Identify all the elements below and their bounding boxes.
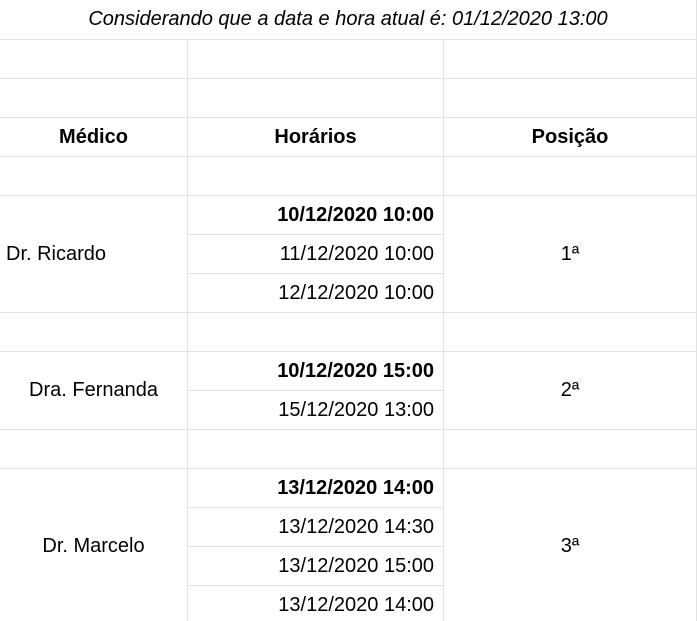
doctor-name: Dr. Ricardo: [6, 242, 107, 265]
position-cell[interactable]: 2ª: [444, 352, 697, 430]
note-cell[interactable]: Considerando que a data e hora atual é: …: [0, 0, 697, 40]
spreadsheet-grid: Considerando que a data e hora atual é: …: [0, 0, 697, 621]
schedule-cell[interactable]: 15/12/2020 13:00: [188, 391, 444, 430]
empty-cell[interactable]: [188, 40, 444, 79]
empty-cell[interactable]: [188, 157, 444, 196]
schedule-cell[interactable]: 13/12/2020 15:00: [188, 547, 444, 586]
empty-cell[interactable]: [444, 157, 697, 196]
schedule-cell[interactable]: 13/12/2020 14:00: [188, 586, 444, 621]
schedule-cell[interactable]: 11/12/2020 10:00: [188, 235, 444, 274]
empty-cell[interactable]: [444, 313, 697, 352]
schedule-time: 13/12/2020 15:00: [278, 554, 434, 577]
doctor-name-cell[interactable]: Dr. Marcelo: [0, 469, 188, 621]
header-medico-label: Médico: [59, 125, 128, 148]
header-horarios[interactable]: Horários: [188, 118, 444, 157]
empty-cell[interactable]: [0, 79, 188, 118]
schedule-time: 11/12/2020 10:00: [279, 242, 434, 265]
empty-cell[interactable]: [0, 157, 188, 196]
schedule-time: 13/12/2020 14:30: [278, 515, 434, 538]
position-value: 3ª: [560, 535, 580, 557]
header-medico[interactable]: Médico: [0, 118, 188, 157]
empty-cell[interactable]: [444, 40, 697, 79]
empty-cell[interactable]: [444, 430, 697, 469]
header-horarios-label: Horários: [274, 125, 357, 148]
schedule-time: 10/12/2020 10:00: [277, 203, 434, 226]
schedule-time: 12/12/2020 10:00: [278, 281, 434, 304]
schedule-time: 13/12/2020 14:00: [278, 593, 434, 616]
position-value: 2ª: [560, 379, 580, 401]
schedule-cell[interactable]: 10/12/2020 10:00: [188, 196, 444, 235]
schedule-cell[interactable]: 12/12/2020 10:00: [188, 274, 444, 313]
schedule-cell[interactable]: 13/12/2020 14:30: [188, 508, 444, 547]
schedule-time: 13/12/2020 14:00: [277, 476, 434, 499]
schedule-time: 15/12/2020 13:00: [278, 398, 434, 421]
doctor-name-cell[interactable]: Dr. Ricardo: [0, 196, 188, 313]
empty-cell[interactable]: [0, 40, 188, 79]
schedule-time: 10/12/2020 15:00: [277, 359, 434, 382]
empty-cell[interactable]: [0, 430, 188, 469]
empty-cell[interactable]: [188, 313, 444, 352]
header-posicao[interactable]: Posição: [444, 118, 697, 157]
position-cell[interactable]: 1ª: [444, 196, 697, 313]
doctor-name-cell[interactable]: Dra. Fernanda: [0, 352, 188, 430]
empty-cell[interactable]: [188, 79, 444, 118]
schedule-cell[interactable]: 13/12/2020 14:00: [188, 469, 444, 508]
empty-cell[interactable]: [0, 313, 188, 352]
empty-cell[interactable]: [188, 430, 444, 469]
doctor-name: Dra. Fernanda: [29, 379, 158, 401]
header-posicao-label: Posição: [531, 125, 609, 148]
empty-cell[interactable]: [444, 79, 697, 118]
position-cell[interactable]: 3ª: [444, 469, 697, 621]
position-value: 1ª: [560, 242, 580, 265]
note-text: Considerando que a data e hora atual é: …: [88, 8, 608, 30]
schedule-cell[interactable]: 10/12/2020 15:00: [188, 352, 444, 391]
doctor-name: Dr. Marcelo: [42, 535, 145, 557]
